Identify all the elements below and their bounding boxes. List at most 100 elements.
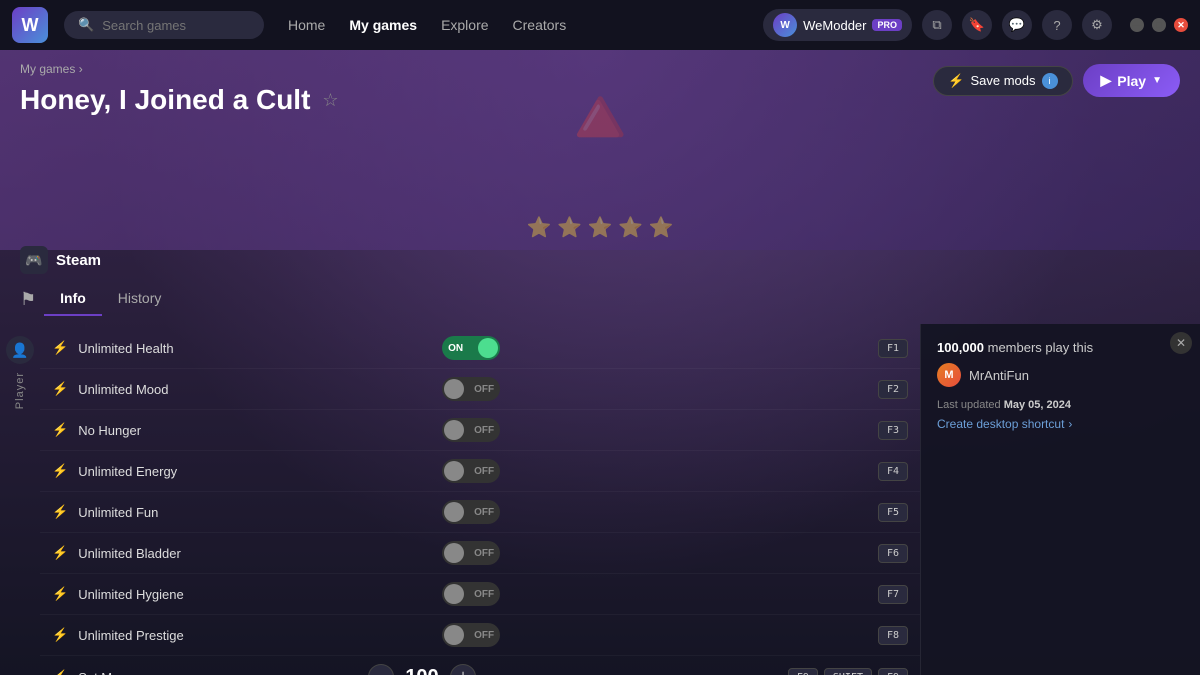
info-panel: ✕ 100,000 members play this M MrAntiFun … xyxy=(920,324,1200,675)
nav-my-games[interactable]: My games xyxy=(349,17,417,33)
nav-home[interactable]: Home xyxy=(288,17,325,33)
toggle-unlimited-fun[interactable]: OFF xyxy=(442,500,500,524)
player-label: Player xyxy=(14,372,26,409)
search-input[interactable] xyxy=(102,18,242,33)
flag-icon[interactable]: ⚑ xyxy=(20,289,36,310)
nav-creators[interactable]: Creators xyxy=(513,17,567,33)
steam-icon: 🎮 xyxy=(20,246,48,274)
top-navigation: W 🔍 Home My games Explore Creators W WeM… xyxy=(0,0,1200,50)
mod-name-unlimited-hygiene: Unlimited Hygiene xyxy=(78,587,432,602)
money-decrease-button[interactable]: − xyxy=(368,664,394,675)
mod-row-set-money: ⚡ Set Money − 100 + F9 SHIFT F9 xyxy=(40,656,920,675)
bolt-icon-mood: ⚡ xyxy=(52,381,68,397)
toggle-unlimited-mood[interactable]: OFF xyxy=(442,377,500,401)
settings-icon-btn[interactable]: ⚙ xyxy=(1082,10,1112,40)
toggle-knob xyxy=(444,584,464,604)
window-controls: — □ ✕ xyxy=(1130,18,1188,32)
user-name: WeModder xyxy=(803,18,866,33)
toggle-unlimited-prestige[interactable]: OFF xyxy=(442,623,500,647)
nav-explore[interactable]: Explore xyxy=(441,17,488,33)
app-logo: W xyxy=(12,7,48,43)
toggle-unlimited-energy[interactable]: OFF xyxy=(442,459,500,483)
toggle-unlimited-bladder[interactable]: OFF xyxy=(442,541,500,565)
toggle-knob xyxy=(444,502,464,522)
key-shift: SHIFT xyxy=(824,668,872,675)
mod-row-unlimited-prestige: ⚡ Unlimited Prestige OFF F8 xyxy=(40,615,920,656)
close-button[interactable]: ✕ xyxy=(1174,18,1188,32)
side-panel: 👤 Player xyxy=(0,324,40,675)
platform-row: 🎮 Steam xyxy=(0,246,1200,274)
tab-history[interactable]: History xyxy=(102,282,178,316)
toggle-unlimited-health[interactable]: ON xyxy=(442,336,500,360)
play-button[interactable]: ▶ Play ▼ xyxy=(1083,64,1181,97)
bolt-icon-energy: ⚡ xyxy=(52,463,68,479)
mod-row-no-hunger: ⚡ No Hunger OFF F3 xyxy=(40,410,920,451)
toggle-label-on: ON xyxy=(448,343,463,354)
maximize-button[interactable]: □ xyxy=(1152,18,1166,32)
copy-icon-btn[interactable]: ⧉ xyxy=(922,10,952,40)
key-badge-f4: F4 xyxy=(878,462,908,481)
breadcrumb-my-games[interactable]: My games xyxy=(20,62,75,76)
bolt-icon-money: ⚡ xyxy=(52,669,68,675)
tabs-row: ⚑ Info History xyxy=(0,282,1200,316)
desktop-shortcut-link[interactable]: Create desktop shortcut › xyxy=(937,417,1184,431)
mod-name-set-money: Set Money xyxy=(78,670,358,675)
player-icon: 👤 xyxy=(6,336,34,364)
key-badge-f5: F5 xyxy=(878,503,908,522)
toggle-knob xyxy=(444,461,464,481)
user-badge[interactable]: W WeModder PRO xyxy=(763,9,912,41)
mod-row-unlimited-fun: ⚡ Unlimited Fun OFF F5 xyxy=(40,492,920,533)
bookmark-icon-btn[interactable]: 🔖 xyxy=(962,10,992,40)
favorite-star-icon[interactable]: ☆ xyxy=(322,90,338,111)
toggle-label-off: OFF xyxy=(474,548,494,559)
search-bar[interactable]: 🔍 xyxy=(64,11,264,39)
creator-name: MrAntiFun xyxy=(969,368,1029,383)
discord-icon-btn[interactable]: 💬 xyxy=(1002,10,1032,40)
money-increase-button[interactable]: + xyxy=(450,664,476,675)
info-panel-close-button[interactable]: ✕ xyxy=(1170,332,1192,354)
members-number: 100,000 xyxy=(937,340,984,355)
save-mods-count: i xyxy=(1042,73,1058,89)
members-count: 100,000 members play this xyxy=(937,340,1184,355)
creator-avatar: M xyxy=(937,363,961,387)
toggle-knob xyxy=(444,379,464,399)
key-badge-f6: F6 xyxy=(878,544,908,563)
mod-row-unlimited-hygiene: ⚡ Unlimited Hygiene OFF F7 xyxy=(40,574,920,615)
toggle-label-off: OFF xyxy=(474,507,494,518)
main-area: 👤 Player ⚡ Unlimited Health ON F1 ⚡ Unli… xyxy=(0,316,1200,675)
toggle-label-off: OFF xyxy=(474,589,494,600)
toggle-knob xyxy=(444,625,464,645)
pro-badge: PRO xyxy=(872,19,902,31)
save-mods-label: Save mods xyxy=(970,73,1035,88)
key-f9: F9 xyxy=(788,668,818,675)
toggle-label-off: OFF xyxy=(474,425,494,436)
members-label: members play this xyxy=(988,340,1093,355)
nav-links: Home My games Explore Creators xyxy=(288,17,566,33)
last-updated: Last updated May 05, 2024 xyxy=(937,399,1184,411)
toggle-knob xyxy=(478,338,498,358)
bolt-icon-bladder: ⚡ xyxy=(52,545,68,561)
tab-info[interactable]: Info xyxy=(44,282,102,316)
save-mods-button[interactable]: ⚡ Save mods i xyxy=(933,66,1072,96)
mod-name-unlimited-bladder: Unlimited Bladder xyxy=(78,546,432,561)
mod-name-no-hunger: No Hunger xyxy=(78,423,432,438)
toggle-label-off: OFF xyxy=(474,630,494,641)
money-num-control: − 100 + xyxy=(368,664,476,675)
toggle-no-hunger[interactable]: OFF xyxy=(442,418,500,442)
help-icon-btn[interactable]: ? xyxy=(1042,10,1072,40)
toggle-knob xyxy=(444,543,464,563)
mod-name-unlimited-fun: Unlimited Fun xyxy=(78,505,432,520)
key-badge-f8: F8 xyxy=(878,626,908,645)
minimize-button[interactable]: — xyxy=(1130,18,1144,32)
arrow-right-icon: › xyxy=(1068,417,1072,431)
mod-row-unlimited-bladder: ⚡ Unlimited Bladder OFF F6 xyxy=(40,533,920,574)
play-label: Play xyxy=(1117,73,1146,89)
toggle-unlimited-hygiene[interactable]: OFF xyxy=(442,582,500,606)
user-section: W WeModder PRO ⧉ 🔖 💬 ? ⚙ — □ ✕ xyxy=(763,9,1188,41)
mods-list: ⚡ Unlimited Health ON F1 ⚡ Unlimited Moo… xyxy=(40,324,920,675)
key-badge-f7: F7 xyxy=(878,585,908,604)
info-creator: M MrAntiFun xyxy=(937,363,1184,387)
bolt-icon-hunger: ⚡ xyxy=(52,422,68,438)
key-badge-f1: F1 xyxy=(878,339,908,358)
key-f9-2: F9 xyxy=(878,668,908,675)
